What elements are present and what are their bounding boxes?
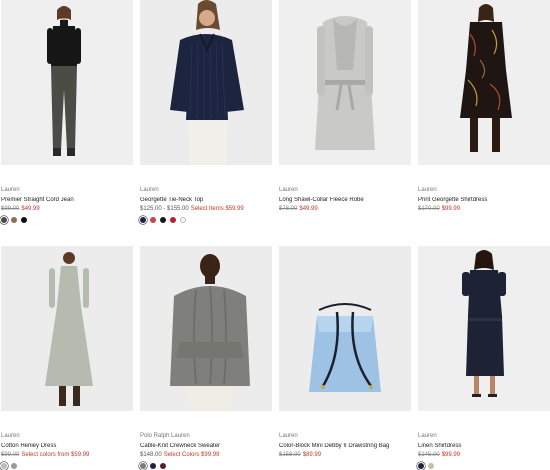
color-swatches bbox=[418, 463, 550, 470]
product-image[interactable] bbox=[418, 0, 550, 165]
product-card[interactable]: Lauren Cotton Henley Dress $99.00 Select … bbox=[1, 246, 133, 470]
original-price: $158.00 bbox=[279, 452, 301, 458]
color-swatch[interactable] bbox=[180, 217, 186, 223]
product-image[interactable] bbox=[418, 246, 550, 411]
color-swatches bbox=[140, 463, 272, 470]
product-name[interactable]: Georgette Tie-Neck Top bbox=[140, 197, 272, 204]
sale-price: $49.99 bbox=[21, 206, 40, 212]
product-brand: Lauren bbox=[140, 187, 159, 193]
color-swatch[interactable] bbox=[11, 463, 17, 469]
product-card[interactable]: Polo Ralph Lauren Cable-Knit Crewneck Sw… bbox=[140, 246, 272, 470]
original-price: $145.00 bbox=[418, 452, 440, 458]
product-price: $148.00 Select Colors $99.99 bbox=[140, 452, 272, 459]
product-card[interactable]: Lauren Premier Straight Cord Jean $99.00… bbox=[1, 0, 133, 224]
sale-price: $89.99 bbox=[302, 452, 322, 458]
product-name[interactable]: Premier Straight Cord Jean bbox=[1, 197, 133, 204]
product-price: $125.00 - $155.00 Select Items $59.99 bbox=[140, 206, 272, 213]
sale-price: Select colors from $59.99 bbox=[21, 452, 90, 458]
color-swatch[interactable] bbox=[140, 463, 146, 469]
product-price: $158.00 $89.99 bbox=[279, 452, 411, 459]
color-swatch[interactable] bbox=[160, 463, 166, 469]
product-brand: Lauren bbox=[418, 433, 437, 439]
original-price: $99.00 bbox=[1, 206, 20, 212]
product-name[interactable]: Print Georgette Shirtdress bbox=[418, 197, 550, 204]
product-card[interactable]: Lauren Georgette Tie-Neck Top $125.00 - … bbox=[140, 0, 272, 224]
sale-price: $49.99 bbox=[299, 206, 318, 212]
regular-price: $148.00 bbox=[140, 452, 162, 458]
product-brand: Lauren bbox=[279, 187, 298, 193]
color-swatch[interactable] bbox=[170, 217, 176, 223]
product-brand: Lauren bbox=[418, 187, 437, 193]
sale-price: Select Items $59.99 bbox=[190, 206, 244, 212]
product-image[interactable] bbox=[1, 0, 133, 165]
color-swatch[interactable] bbox=[160, 217, 166, 223]
product-price: $99.00 Select colors from $59.99 bbox=[1, 452, 133, 459]
product-card[interactable]: Lauren Long Shawl-Collar Fleece Robe $78… bbox=[279, 0, 411, 224]
sale-price: Select Colors $99.99 bbox=[163, 452, 220, 458]
color-swatches bbox=[1, 217, 133, 224]
product-name[interactable]: Linen Shirtdress bbox=[418, 443, 550, 450]
product-brand: Lauren bbox=[279, 433, 298, 439]
color-swatches bbox=[418, 217, 550, 224]
product-price: $145.00 $99.99 bbox=[418, 452, 550, 459]
product-name[interactable]: Cable-Knit Crewneck Sweater bbox=[140, 443, 272, 450]
product-price: $78.00 $49.99 bbox=[279, 206, 411, 213]
color-swatch[interactable] bbox=[140, 217, 146, 223]
sale-price: $99.99 bbox=[441, 452, 461, 458]
color-swatch[interactable] bbox=[1, 217, 7, 223]
color-swatches bbox=[279, 217, 411, 224]
product-image[interactable] bbox=[140, 0, 272, 165]
product-grid: Lauren Premier Straight Cord Jean $99.00… bbox=[0, 0, 550, 470]
product-name[interactable]: Cotton Henley Dress bbox=[1, 443, 133, 450]
color-swatch[interactable] bbox=[11, 217, 17, 223]
regular-price: $125.00 - $155.00 bbox=[140, 206, 189, 212]
original-price: $99.00 bbox=[1, 452, 20, 458]
color-swatch[interactable] bbox=[418, 463, 424, 469]
product-image[interactable] bbox=[140, 246, 272, 411]
product-price: $99.00 $49.99 bbox=[1, 206, 133, 213]
product-card[interactable]: Lauren Print Georgette Shirtdress $170.0… bbox=[418, 0, 550, 224]
color-swatch[interactable] bbox=[1, 463, 7, 469]
color-swatch[interactable] bbox=[428, 463, 434, 469]
color-swatches bbox=[1, 463, 133, 470]
color-swatch[interactable] bbox=[150, 217, 156, 223]
product-image[interactable] bbox=[1, 246, 133, 411]
product-image[interactable] bbox=[279, 246, 411, 411]
sale-price: $99.99 bbox=[441, 206, 461, 212]
product-brand: Lauren bbox=[1, 433, 20, 439]
product-brand: Polo Ralph Lauren bbox=[140, 433, 190, 439]
product-price: $170.00 $99.99 bbox=[418, 206, 550, 213]
product-image[interactable] bbox=[279, 0, 411, 165]
product-name[interactable]: Long Shawl-Collar Fleece Robe bbox=[279, 197, 411, 204]
color-swatch[interactable] bbox=[150, 463, 156, 469]
product-card[interactable]: Lauren Color-Block Mini Debby II Drawstr… bbox=[279, 246, 411, 470]
color-swatches bbox=[279, 463, 411, 470]
product-name[interactable]: Color-Block Mini Debby II Drawstring Bag bbox=[279, 443, 411, 450]
color-swatches bbox=[140, 217, 272, 224]
product-card[interactable]: Lauren Linen Shirtdress $145.00 $99.99 bbox=[418, 246, 550, 470]
color-swatch[interactable] bbox=[21, 217, 27, 223]
original-price: $78.00 bbox=[279, 206, 298, 212]
product-brand: Lauren bbox=[1, 187, 20, 193]
original-price: $170.00 bbox=[418, 206, 440, 212]
